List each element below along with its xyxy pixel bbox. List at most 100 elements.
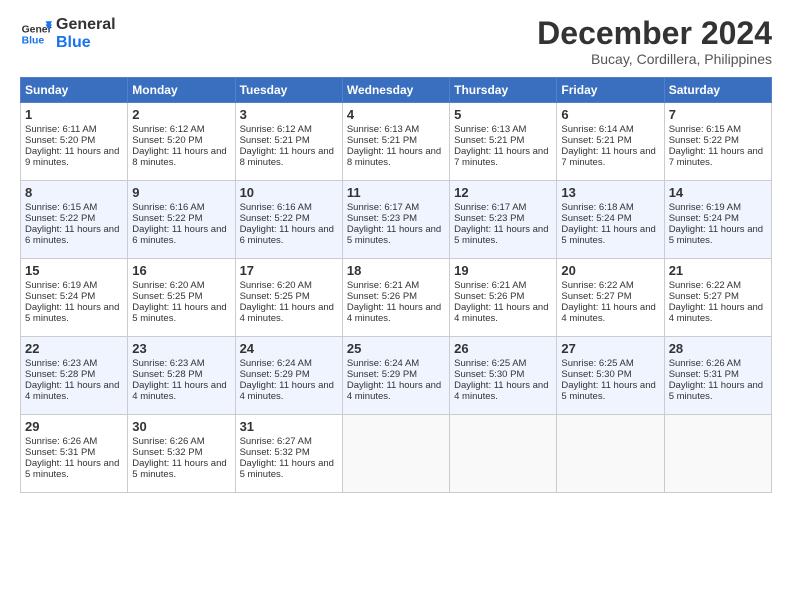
daylight-label: Daylight: 11 hours and 6 minutes. xyxy=(240,224,334,246)
calendar-cell: 22 Sunrise: 6:23 AM Sunset: 5:28 PM Dayl… xyxy=(21,337,128,415)
day-number: 15 xyxy=(25,263,123,278)
col-monday: Monday xyxy=(128,78,235,103)
calendar-cell: 25 Sunrise: 6:24 AM Sunset: 5:29 PM Dayl… xyxy=(342,337,449,415)
calendar-cell: 6 Sunrise: 6:14 AM Sunset: 5:21 PM Dayli… xyxy=(557,103,664,181)
calendar-cell: 15 Sunrise: 6:19 AM Sunset: 5:24 PM Dayl… xyxy=(21,259,128,337)
day-number: 5 xyxy=(454,107,552,122)
day-number: 3 xyxy=(240,107,338,122)
logo-icon: General Blue xyxy=(20,18,52,50)
sunset-label: Sunset: 5:32 PM xyxy=(132,447,202,458)
sunset-label: Sunset: 5:24 PM xyxy=(25,291,95,302)
calendar-cell: 29 Sunrise: 6:26 AM Sunset: 5:31 PM Dayl… xyxy=(21,415,128,493)
sunset-label: Sunset: 5:27 PM xyxy=(561,291,631,302)
day-number: 22 xyxy=(25,341,123,356)
day-number: 19 xyxy=(454,263,552,278)
col-wednesday: Wednesday xyxy=(342,78,449,103)
daylight-label: Daylight: 11 hours and 7 minutes. xyxy=(454,146,548,168)
sunrise-label: Sunrise: 6:21 AM xyxy=(454,280,526,291)
daylight-label: Daylight: 11 hours and 4 minutes. xyxy=(347,302,441,324)
daylight-label: Daylight: 11 hours and 4 minutes. xyxy=(132,380,226,402)
daylight-label: Daylight: 11 hours and 4 minutes. xyxy=(240,302,334,324)
calendar-cell: 5 Sunrise: 6:13 AM Sunset: 5:21 PM Dayli… xyxy=(450,103,557,181)
sunrise-label: Sunrise: 6:13 AM xyxy=(347,124,419,135)
sunset-label: Sunset: 5:29 PM xyxy=(240,369,310,380)
daylight-label: Daylight: 11 hours and 5 minutes. xyxy=(561,224,655,246)
day-number: 6 xyxy=(561,107,659,122)
day-number: 18 xyxy=(347,263,445,278)
day-number: 2 xyxy=(132,107,230,122)
day-number: 23 xyxy=(132,341,230,356)
sunset-label: Sunset: 5:20 PM xyxy=(132,135,202,146)
daylight-label: Daylight: 11 hours and 6 minutes. xyxy=(25,224,119,246)
week-row-3: 15 Sunrise: 6:19 AM Sunset: 5:24 PM Dayl… xyxy=(21,259,772,337)
month-title: December 2024 xyxy=(537,16,772,51)
calendar-cell: 18 Sunrise: 6:21 AM Sunset: 5:26 PM Dayl… xyxy=(342,259,449,337)
logo: General Blue General Blue xyxy=(20,16,116,51)
svg-text:Blue: Blue xyxy=(22,35,45,46)
sunset-label: Sunset: 5:26 PM xyxy=(347,291,417,302)
calendar-cell xyxy=(557,415,664,493)
day-number: 11 xyxy=(347,185,445,200)
sunrise-label: Sunrise: 6:22 AM xyxy=(561,280,633,291)
sunrise-label: Sunrise: 6:20 AM xyxy=(132,280,204,291)
day-number: 7 xyxy=(669,107,767,122)
sunrise-label: Sunrise: 6:24 AM xyxy=(347,358,419,369)
calendar-cell: 19 Sunrise: 6:21 AM Sunset: 5:26 PM Dayl… xyxy=(450,259,557,337)
day-number: 17 xyxy=(240,263,338,278)
daylight-label: Daylight: 11 hours and 4 minutes. xyxy=(561,302,655,324)
calendar-cell: 17 Sunrise: 6:20 AM Sunset: 5:25 PM Dayl… xyxy=(235,259,342,337)
calendar-cell: 12 Sunrise: 6:17 AM Sunset: 5:23 PM Dayl… xyxy=(450,181,557,259)
week-row-2: 8 Sunrise: 6:15 AM Sunset: 5:22 PM Dayli… xyxy=(21,181,772,259)
col-sunday: Sunday xyxy=(21,78,128,103)
daylight-label: Daylight: 11 hours and 8 minutes. xyxy=(347,146,441,168)
sunrise-label: Sunrise: 6:27 AM xyxy=(240,436,312,447)
daylight-label: Daylight: 11 hours and 4 minutes. xyxy=(454,380,548,402)
calendar-cell: 2 Sunrise: 6:12 AM Sunset: 5:20 PM Dayli… xyxy=(128,103,235,181)
sunset-label: Sunset: 5:22 PM xyxy=(240,213,310,224)
calendar-cell: 31 Sunrise: 6:27 AM Sunset: 5:32 PM Dayl… xyxy=(235,415,342,493)
day-number: 8 xyxy=(25,185,123,200)
calendar-cell: 4 Sunrise: 6:13 AM Sunset: 5:21 PM Dayli… xyxy=(342,103,449,181)
header-row: Sunday Monday Tuesday Wednesday Thursday… xyxy=(21,78,772,103)
calendar-cell xyxy=(664,415,771,493)
sunset-label: Sunset: 5:21 PM xyxy=(347,135,417,146)
sunset-label: Sunset: 5:22 PM xyxy=(25,213,95,224)
calendar-cell xyxy=(450,415,557,493)
calendar-cell: 8 Sunrise: 6:15 AM Sunset: 5:22 PM Dayli… xyxy=(21,181,128,259)
sunset-label: Sunset: 5:23 PM xyxy=(454,213,524,224)
daylight-label: Daylight: 11 hours and 9 minutes. xyxy=(25,146,119,168)
calendar-cell: 21 Sunrise: 6:22 AM Sunset: 5:27 PM Dayl… xyxy=(664,259,771,337)
week-row-1: 1 Sunrise: 6:11 AM Sunset: 5:20 PM Dayli… xyxy=(21,103,772,181)
daylight-label: Daylight: 11 hours and 8 minutes. xyxy=(240,146,334,168)
logo-line2: Blue xyxy=(56,34,116,52)
daylight-label: Daylight: 11 hours and 4 minutes. xyxy=(240,380,334,402)
calendar-cell: 24 Sunrise: 6:24 AM Sunset: 5:29 PM Dayl… xyxy=(235,337,342,415)
daylight-label: Daylight: 11 hours and 5 minutes. xyxy=(669,380,763,402)
week-row-4: 22 Sunrise: 6:23 AM Sunset: 5:28 PM Dayl… xyxy=(21,337,772,415)
sunset-label: Sunset: 5:25 PM xyxy=(132,291,202,302)
calendar-cell: 28 Sunrise: 6:26 AM Sunset: 5:31 PM Dayl… xyxy=(664,337,771,415)
sunset-label: Sunset: 5:26 PM xyxy=(454,291,524,302)
calendar-cell: 9 Sunrise: 6:16 AM Sunset: 5:22 PM Dayli… xyxy=(128,181,235,259)
sunrise-label: Sunrise: 6:20 AM xyxy=(240,280,312,291)
sunrise-label: Sunrise: 6:25 AM xyxy=(561,358,633,369)
day-number: 30 xyxy=(132,419,230,434)
sunset-label: Sunset: 5:28 PM xyxy=(132,369,202,380)
col-tuesday: Tuesday xyxy=(235,78,342,103)
daylight-label: Daylight: 11 hours and 4 minutes. xyxy=(454,302,548,324)
sunrise-label: Sunrise: 6:23 AM xyxy=(132,358,204,369)
sunrise-label: Sunrise: 6:13 AM xyxy=(454,124,526,135)
daylight-label: Daylight: 11 hours and 5 minutes. xyxy=(132,302,226,324)
header: General Blue General Blue December 2024 … xyxy=(20,16,772,67)
day-number: 29 xyxy=(25,419,123,434)
calendar-cell: 30 Sunrise: 6:26 AM Sunset: 5:32 PM Dayl… xyxy=(128,415,235,493)
day-number: 13 xyxy=(561,185,659,200)
sunrise-label: Sunrise: 6:19 AM xyxy=(669,202,741,213)
sunrise-label: Sunrise: 6:17 AM xyxy=(454,202,526,213)
daylight-label: Daylight: 11 hours and 4 minutes. xyxy=(25,380,119,402)
col-thursday: Thursday xyxy=(450,78,557,103)
daylight-label: Daylight: 11 hours and 5 minutes. xyxy=(240,458,334,480)
sunset-label: Sunset: 5:23 PM xyxy=(347,213,417,224)
sunrise-label: Sunrise: 6:12 AM xyxy=(132,124,204,135)
calendar-cell: 20 Sunrise: 6:22 AM Sunset: 5:27 PM Dayl… xyxy=(557,259,664,337)
